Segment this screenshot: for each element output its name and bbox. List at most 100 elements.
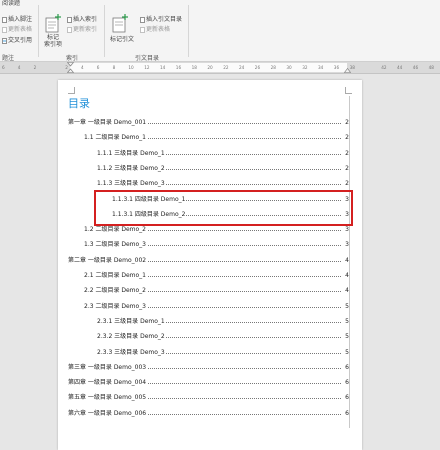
ruler-tick-label: 28 bbox=[270, 65, 276, 70]
toc-page-number: 5 bbox=[345, 302, 349, 310]
mark-index-entry-button[interactable]: 标记 索引项 bbox=[44, 34, 62, 48]
footnote-icon bbox=[2, 17, 7, 23]
toc-page-number: 2 bbox=[345, 149, 349, 157]
toc-entry-text: 2.3.3 三级目录 Demo_3 bbox=[97, 346, 166, 358]
group-separator bbox=[38, 5, 39, 57]
toc-entry[interactable]: 第二章 一级目录 Demo_002 4 bbox=[68, 254, 349, 266]
update-authorities-button[interactable]: 更新表格 bbox=[146, 26, 170, 33]
ruler-tick-label: 36 bbox=[333, 65, 340, 70]
right-margin-guide bbox=[349, 96, 350, 428]
mark-citation-icon bbox=[112, 14, 128, 33]
toc-entry-text: 1.3 二级目录 Demo_3 bbox=[84, 239, 148, 251]
insert-footnote-button[interactable]: 插入脚注 bbox=[8, 16, 32, 23]
toc-entry-text: 1.1 二级目录 Demo_1 bbox=[84, 132, 148, 144]
toc-entry[interactable]: 1.1.1 三级目录 Demo_1 2 bbox=[97, 147, 349, 159]
update-index-icon bbox=[67, 27, 72, 33]
toc-entry[interactable]: 2.3.2 三级目录 Demo_2 5 bbox=[97, 331, 349, 343]
ruler-tick-label: 44 bbox=[397, 65, 403, 70]
toc-page-number: 2 bbox=[345, 134, 349, 142]
ribbon-tab-label[interactable]: 阅读题 bbox=[2, 0, 20, 7]
cross-reference-icon bbox=[2, 38, 7, 44]
ruler-tick-label: 10 bbox=[128, 65, 134, 70]
ruler-tick-label: 46 bbox=[412, 65, 419, 70]
toc-entry[interactable]: 2.3 二级目录 Demo_3 5 bbox=[84, 300, 349, 312]
toc-page-number: 5 bbox=[345, 348, 349, 356]
toc-page-number: 6 bbox=[345, 409, 349, 417]
toc-entry-text: 1.1.2 三级目录 Demo_2 bbox=[97, 162, 166, 174]
toc-entry[interactable]: 2.3.1 三级目录 Demo_1 5 bbox=[97, 315, 349, 327]
ruler-tick-label: 20 bbox=[207, 65, 213, 70]
toc-entry-text: 第三章 一级目录 Demo_003 bbox=[68, 361, 148, 373]
highlight-box bbox=[94, 190, 353, 226]
ruler-tick-label: 24 bbox=[239, 65, 245, 70]
update-table-icon bbox=[2, 27, 7, 33]
margin-corner-mark bbox=[68, 87, 75, 94]
ruler-tick-label: 32 bbox=[302, 65, 308, 70]
toc-entry[interactable]: 2.3.3 三级目录 Demo_3 5 bbox=[97, 346, 349, 358]
update-index-button[interactable]: 更新索引 bbox=[73, 26, 97, 33]
toc-page-number: 6 bbox=[345, 394, 349, 402]
toc-entry[interactable]: 第三章 一级目录 Demo_003 6 bbox=[68, 361, 349, 373]
group-separator bbox=[188, 5, 189, 57]
insert-table-of-authorities-button[interactable]: 插入引文目录 bbox=[146, 16, 182, 23]
toc-entry[interactable]: 1.1.2 三级目录 Demo_2 2 bbox=[97, 162, 349, 174]
ruler-tick-label: 22 bbox=[223, 65, 229, 70]
horizontal-ruler[interactable]: 6 4 2 2 4 6 8 10 12 14 16 18 20 22 24 26 28 30 32 34 36 38 42 4… bbox=[0, 62, 440, 74]
ruler-tick-label: 26 bbox=[254, 65, 261, 70]
toc-entry[interactable]: 第六章 一级目录 Demo_006 6 bbox=[68, 407, 349, 419]
toc-entry[interactable]: 1.3 二级目录 Demo_3 3 bbox=[84, 239, 349, 251]
ruler-tick-label: 34 bbox=[318, 65, 324, 70]
mark-citation-button[interactable]: 标记引文 bbox=[110, 36, 134, 43]
ruler-tick-label: 30 bbox=[286, 65, 292, 70]
ruler-tick-label: 48 bbox=[428, 65, 434, 70]
ruler-tick-label: 14 bbox=[160, 65, 166, 70]
toc-page-number: 3 bbox=[345, 241, 349, 249]
ruler-tick-label: 8 bbox=[112, 65, 116, 70]
toc-page-number: 5 bbox=[345, 333, 349, 341]
toc-entry[interactable]: 1.1 二级目录 Demo_1 2 bbox=[84, 132, 349, 144]
insert-index-icon bbox=[67, 17, 72, 23]
toc-entry[interactable]: 2.1 二级目录 Demo_1 4 bbox=[84, 270, 349, 281]
toc-page-number: 4 bbox=[345, 272, 349, 279]
update-authorities-icon bbox=[140, 27, 145, 33]
ruler-tick-label: 6 bbox=[96, 65, 100, 70]
toc-page-number: 4 bbox=[345, 256, 349, 264]
update-table-button[interactable]: 更新表格 bbox=[8, 26, 32, 33]
toc-page-number: 6 bbox=[345, 363, 349, 371]
toc-entry-text: 2.1 二级目录 Demo_1 bbox=[84, 270, 148, 281]
ruler-tick-label: 12 bbox=[144, 65, 150, 70]
ruler-tick-label: 2 bbox=[33, 65, 37, 70]
toc-page-number: 6 bbox=[345, 379, 349, 387]
ruler-tick-label: 4 bbox=[17, 65, 21, 70]
mark-index-entry-icon bbox=[45, 14, 61, 33]
toc-entry-text: 第六章 一级目录 Demo_006 bbox=[68, 407, 148, 419]
toc-entry[interactable]: 第五章 一级目录 Demo_005 6 bbox=[68, 392, 349, 404]
right-indent-marker-icon[interactable] bbox=[344, 68, 351, 73]
toc-entry[interactable]: 第四章 一级目录 Demo_004 6 bbox=[68, 377, 349, 389]
cross-reference-button[interactable]: 交叉引用 bbox=[8, 37, 32, 44]
toc-entry[interactable]: 2.2 二级目录 Demo_2 4 bbox=[84, 285, 349, 297]
toc-entry-text: 2.3.2 三级目录 Demo_2 bbox=[97, 331, 166, 343]
ruler-tick-label: 42 bbox=[381, 65, 387, 70]
toc-entry-text: 2.3.1 三级目录 Demo_1 bbox=[97, 315, 166, 327]
margin-corner-mark bbox=[345, 87, 352, 94]
toc-page-number: 2 bbox=[345, 119, 349, 126]
toc-entry-text: 第四章 一级目录 Demo_004 bbox=[68, 377, 148, 389]
toc-entry-text: 2.3 二级目录 Demo_3 bbox=[84, 300, 148, 312]
group-separator bbox=[104, 5, 105, 57]
toc-page-number: 4 bbox=[345, 287, 349, 295]
toc-entry-text: 1.1.1 三级目录 Demo_1 bbox=[97, 147, 166, 159]
left-indent-marker-icon[interactable] bbox=[67, 62, 74, 73]
toc-entry-text: 第一章 一级目录 Demo_001 bbox=[68, 117, 148, 128]
insert-index-button[interactable]: 插入索引 bbox=[73, 16, 97, 23]
toc-entry[interactable]: 第一章 一级目录 Demo_001 2 bbox=[68, 117, 349, 128]
toc-page-number: 2 bbox=[345, 164, 349, 172]
toc-entry-text: 1.1.3 三级目录 Demo_3 bbox=[97, 178, 166, 190]
toc-title: 目录 bbox=[68, 97, 90, 110]
toc-entry-text: 第五章 一级目录 Demo_005 bbox=[68, 392, 148, 404]
toc-entry-text: 2.2 二级目录 Demo_2 bbox=[84, 285, 148, 297]
group-citations-label: 引文目录 bbox=[135, 55, 160, 62]
insert-authorities-icon bbox=[140, 17, 145, 23]
toc-entry[interactable]: 1.1.3 三级目录 Demo_3 2 bbox=[97, 178, 349, 190]
ribbon: 阅读题 插入脚注 更新表格 交叉引用 题注 标记 索引项 插入索引 更新索引 索… bbox=[0, 0, 440, 62]
